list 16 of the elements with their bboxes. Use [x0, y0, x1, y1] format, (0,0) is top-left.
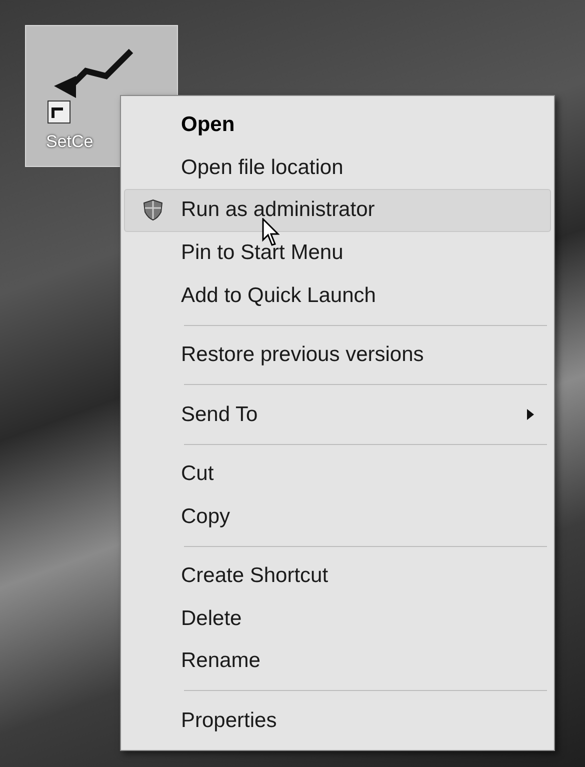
menu-item[interactable]: Send To	[124, 393, 551, 436]
menu-item[interactable]: Run as administrator	[124, 189, 551, 232]
menu-item[interactable]: Add to Quick Launch	[124, 274, 551, 317]
menu-item[interactable]: Delete	[124, 597, 551, 640]
submenu-arrow-icon	[526, 409, 534, 420]
shield-icon	[143, 199, 163, 222]
mouse-cursor-icon	[262, 218, 280, 246]
menu-item[interactable]: Restore previous versions	[124, 334, 551, 376]
menu-item[interactable]: Pin to Start Menu	[124, 232, 551, 274]
menu-item[interactable]: Rename	[124, 640, 551, 682]
menu-item[interactable]: Cut	[124, 452, 551, 496]
menu-item[interactable]: Create Shortcut	[124, 554, 551, 598]
shortcut-label: SetCe	[46, 132, 94, 152]
menu-item[interactable]: Properties	[124, 699, 551, 742]
shortcut-arrow-icon	[46, 46, 136, 126]
menu-item[interactable]: Copy	[124, 495, 551, 538]
